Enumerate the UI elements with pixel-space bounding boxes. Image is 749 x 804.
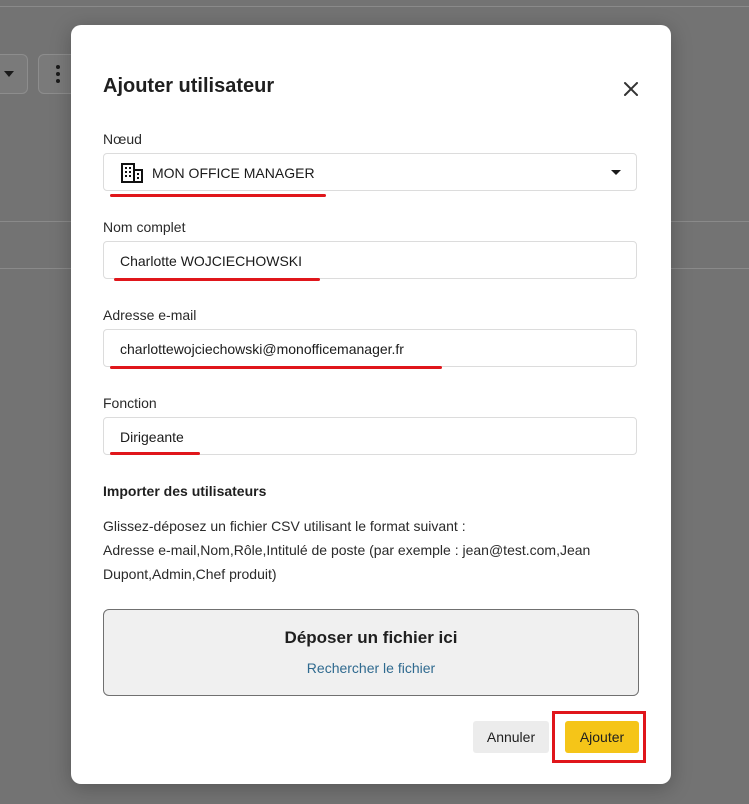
role-label: Fonction	[103, 395, 157, 411]
import-description-line: Dupont,Admin,Chef produit)	[103, 566, 277, 582]
close-button[interactable]	[621, 79, 641, 99]
annotation-underline	[110, 194, 326, 197]
cancel-button[interactable]: Annuler	[473, 721, 549, 753]
kebab-icon	[56, 65, 60, 83]
node-label: Nœud	[103, 131, 142, 147]
dropzone-title: Déposer un fichier ici	[284, 628, 458, 647]
chevron-down-icon	[4, 71, 14, 77]
browse-file-link[interactable]: Rechercher le fichier	[104, 660, 638, 676]
full-name-label: Nom complet	[103, 219, 186, 235]
import-description: Glissez-déposez un fichier CSV utilisant…	[103, 514, 643, 586]
node-select[interactable]: MON OFFICE MANAGER	[103, 153, 637, 197]
divider	[0, 6, 749, 7]
file-dropzone[interactable]: Déposer un fichier ici Rechercher le fic…	[103, 609, 639, 696]
dialog-title: Ajouter utilisateur	[103, 75, 275, 97]
annotation-highlight	[552, 711, 646, 763]
annotation-underline	[110, 366, 442, 369]
import-heading: Importer des utilisateurs	[103, 483, 267, 499]
annotation-underline	[114, 278, 320, 281]
annotation-underline	[110, 452, 200, 455]
email-field[interactable]: charlottewojciechowski@monofficemanager.…	[103, 329, 637, 369]
email-label: Adresse e-mail	[103, 307, 197, 323]
full-name-field[interactable]: Charlotte WOJCIECHOWSKI	[103, 241, 637, 281]
chevron-down-icon	[611, 170, 621, 175]
import-description-line: Glissez-déposez un fichier CSV utilisant…	[103, 518, 466, 534]
add-user-dialog: Ajouter utilisateur Nœud MON OFFICE MANA…	[71, 25, 671, 784]
building-icon	[121, 163, 143, 188]
import-description-line: Adresse e-mail,Nom,Rôle,Intitulé de post…	[103, 542, 591, 558]
role-field[interactable]: Dirigeante	[103, 417, 637, 455]
node-select-value: MON OFFICE MANAGER	[152, 165, 315, 181]
role-value: Dirigeante	[120, 429, 184, 445]
full-name-value: Charlotte WOJCIECHOWSKI	[120, 253, 303, 269]
dropdown-button[interactable]	[0, 54, 28, 94]
email-value: charlottewojciechowski@monofficemanager.…	[120, 341, 404, 357]
close-icon	[624, 82, 638, 96]
